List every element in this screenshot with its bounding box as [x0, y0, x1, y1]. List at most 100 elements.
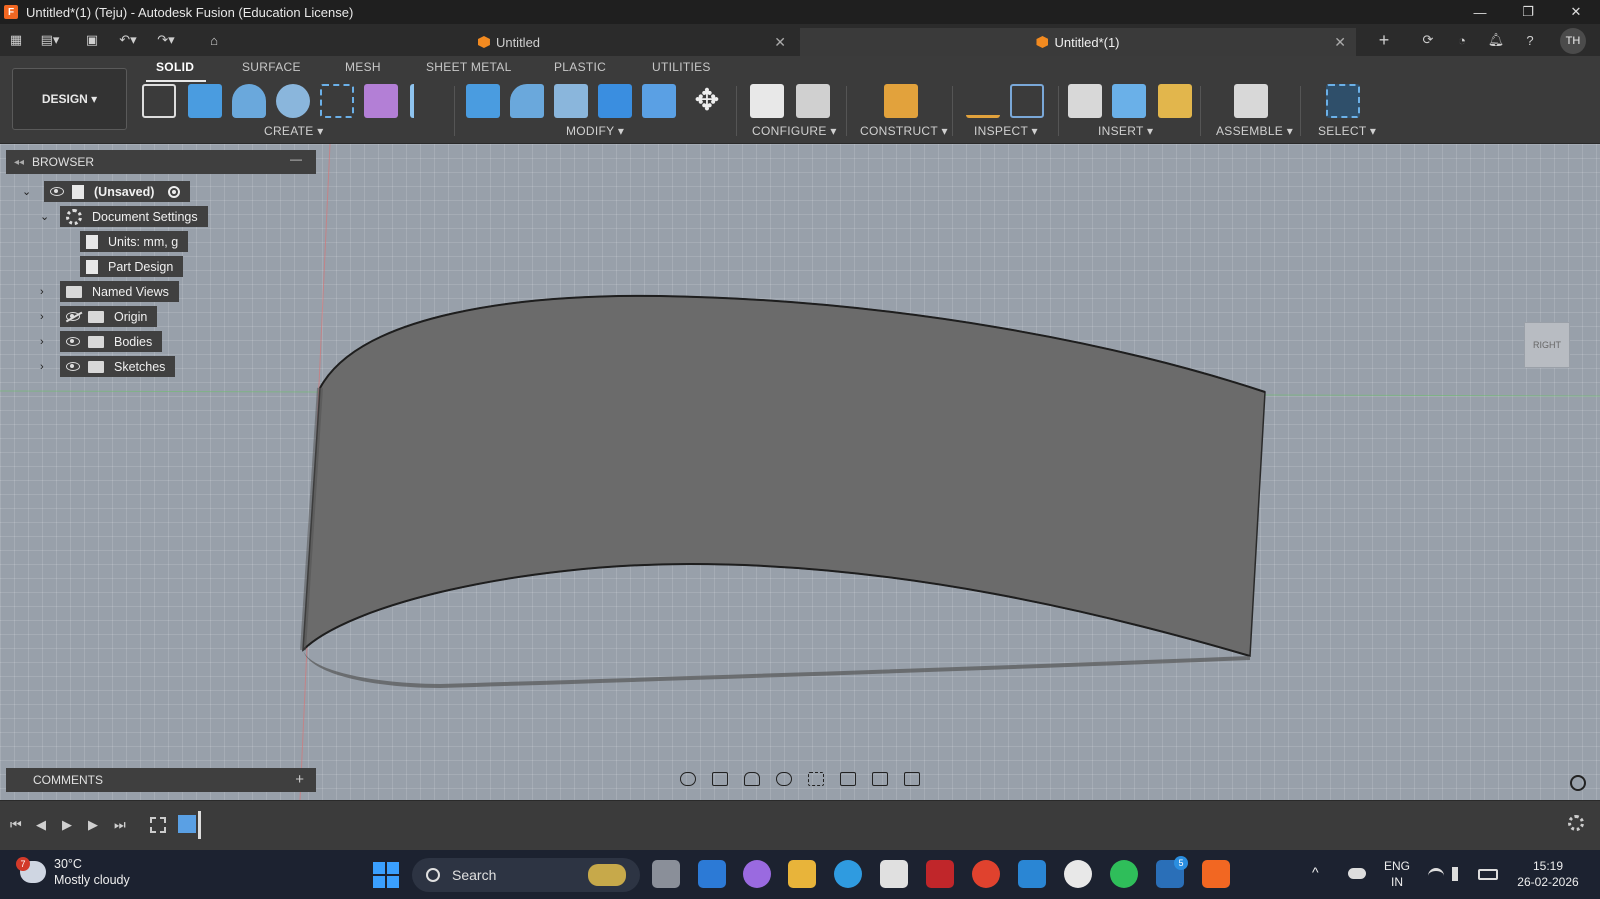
interference-icon[interactable]: [1010, 84, 1044, 118]
create-sketch-icon[interactable]: [142, 84, 176, 118]
tree-units[interactable]: Units: mm, g: [80, 231, 189, 252]
model-canvas[interactable]: [0, 144, 1600, 800]
tree-bodies[interactable]: › Bodies: [40, 331, 163, 352]
save-icon[interactable]: ▣: [82, 30, 102, 50]
tab-solid[interactable]: SOLID: [156, 60, 194, 74]
minimize-panel-icon[interactable]: —: [290, 152, 302, 166]
store-icon[interactable]: [880, 860, 908, 888]
add-comment-icon[interactable]: +: [295, 771, 304, 788]
undo-icon[interactable]: ↶▾: [118, 30, 138, 50]
tab-utilities[interactable]: UTILITIES: [652, 60, 711, 74]
task-view-icon[interactable]: [652, 860, 680, 888]
tree-part-design[interactable]: Part Design: [80, 256, 184, 277]
expand-arrow-icon[interactable]: ›: [40, 311, 54, 323]
tree-root[interactable]: ⌄ (Unsaved): [22, 181, 191, 202]
new-tab-icon[interactable]: +: [1374, 30, 1394, 50]
configure-menu[interactable]: CONFIGURE ▾: [752, 124, 837, 138]
play-icon[interactable]: ▶: [62, 817, 72, 833]
chatgpt-icon[interactable]: [1064, 860, 1092, 888]
tree-document-settings[interactable]: ⌄ Document Settings: [40, 206, 208, 227]
expand-arrow-icon[interactable]: ›: [40, 286, 54, 298]
hole-icon[interactable]: [276, 84, 310, 118]
viewports-icon[interactable]: [904, 772, 920, 786]
file-explorer-icon[interactable]: [788, 860, 816, 888]
tab-sheet-metal[interactable]: SHEET METAL: [426, 60, 512, 74]
grid-menu-icon[interactable]: ▦: [6, 30, 26, 50]
whatsapp-icon[interactable]: [1110, 860, 1138, 888]
collapse-arrow-icon[interactable]: ⌄: [22, 185, 36, 198]
pan-icon[interactable]: [744, 772, 760, 786]
fit-icon[interactable]: [808, 772, 824, 786]
visibility-eye-icon[interactable]: [66, 362, 80, 371]
redo-icon[interactable]: ↷▾: [156, 30, 176, 50]
volume-icon[interactable]: [1452, 867, 1466, 881]
taskbar-search[interactable]: Search: [412, 858, 640, 892]
workspace-switcher[interactable]: DESIGN ▾: [12, 68, 127, 130]
step-forward-icon[interactable]: ▶: [88, 817, 98, 833]
battery-icon[interactable]: [1478, 869, 1498, 880]
tree-sketches[interactable]: › Sketches: [40, 356, 176, 377]
press-pull-icon[interactable]: [466, 84, 500, 118]
split-body-icon[interactable]: [642, 84, 676, 118]
insert-menu[interactable]: INSERT ▾: [1098, 124, 1153, 138]
new-component-icon[interactable]: [364, 84, 398, 118]
visibility-eye-icon[interactable]: [50, 187, 64, 196]
timeline-sketch-icon[interactable]: [150, 817, 166, 833]
copilot-icon[interactable]: [743, 860, 771, 888]
canvas-viewport[interactable]: RIGHT: [0, 144, 1600, 800]
tab-plastic[interactable]: PLASTIC: [554, 60, 606, 74]
notifications-icon[interactable]: 🔔︎: [1486, 30, 1506, 50]
tab-mesh[interactable]: MESH: [345, 60, 381, 74]
step-back-icon[interactable]: ◀: [36, 817, 46, 833]
browser-header[interactable]: ◂◂ BROWSER —: [6, 150, 316, 174]
fillet-icon[interactable]: [510, 84, 544, 118]
vscode-icon[interactable]: [1018, 860, 1046, 888]
select-window-icon[interactable]: [1326, 84, 1360, 118]
activate-target-icon[interactable]: [168, 185, 181, 198]
job-status-icon[interactable]: ◔: [1452, 30, 1472, 50]
form-icon[interactable]: [410, 84, 444, 118]
go-to-start-icon[interactable]: ⏮: [10, 817, 22, 833]
tab-surface[interactable]: SURFACE: [242, 60, 301, 74]
measure-icon[interactable]: [966, 84, 1000, 118]
view-cube[interactable]: RIGHT: [1524, 322, 1570, 368]
go-to-end-icon[interactable]: ⏭: [114, 817, 126, 833]
tab-close-icon[interactable]: ✕: [774, 34, 786, 51]
chrome-icon[interactable]: [972, 860, 1000, 888]
weather-widget[interactable]: 7 30°C Mostly cloudy: [16, 856, 130, 888]
configuration-table-icon[interactable]: [796, 84, 830, 118]
configure-icon[interactable]: [750, 84, 784, 118]
show-hidden-icons[interactable]: ^: [1312, 864, 1319, 880]
visibility-eye-icon[interactable]: [66, 337, 80, 346]
timeline-marker[interactable]: [198, 811, 201, 839]
snipping-tool-icon[interactable]: [698, 860, 726, 888]
revolve-icon[interactable]: [232, 84, 266, 118]
minimize-button[interactable]: —: [1456, 0, 1504, 24]
inspect-menu[interactable]: INSPECT ▾: [974, 124, 1038, 138]
help-icon[interactable]: ?: [1520, 30, 1540, 50]
select-menu[interactable]: SELECT ▾: [1318, 124, 1376, 138]
wifi-icon[interactable]: [1428, 868, 1444, 880]
expand-arrow-icon[interactable]: ›: [40, 336, 54, 348]
timeline-extrude-icon[interactable]: [178, 815, 196, 833]
mcafee-icon[interactable]: [926, 860, 954, 888]
fusion-taskbar-icon[interactable]: [1202, 860, 1230, 888]
extensions-icon[interactable]: ⟳: [1418, 30, 1438, 50]
tab-untitled-1[interactable]: Untitled*(1) ✕: [800, 28, 1356, 56]
close-button[interactable]: ✕: [1552, 0, 1600, 24]
linkedin-icon[interactable]: 5: [1156, 856, 1188, 888]
file-icon[interactable]: ▤▾: [40, 30, 60, 50]
tree-named-views[interactable]: › Named Views: [40, 281, 179, 302]
display-settings-icon[interactable]: [840, 772, 856, 786]
insert-derive-icon[interactable]: [1068, 84, 1102, 118]
grid-snaps-icon[interactable]: [872, 772, 888, 786]
create-menu[interactable]: CREATE ▾: [264, 124, 324, 138]
timeline-settings-icon[interactable]: [1568, 815, 1584, 831]
pattern-icon[interactable]: [320, 84, 354, 118]
modify-menu[interactable]: MODIFY ▾: [566, 124, 624, 138]
offset-plane-icon[interactable]: [884, 84, 918, 118]
look-at-icon[interactable]: [712, 772, 728, 786]
home-icon[interactable]: ⌂: [204, 30, 224, 50]
joint-icon[interactable]: [1234, 84, 1268, 118]
move-copy-icon[interactable]: ✥: [690, 84, 724, 118]
